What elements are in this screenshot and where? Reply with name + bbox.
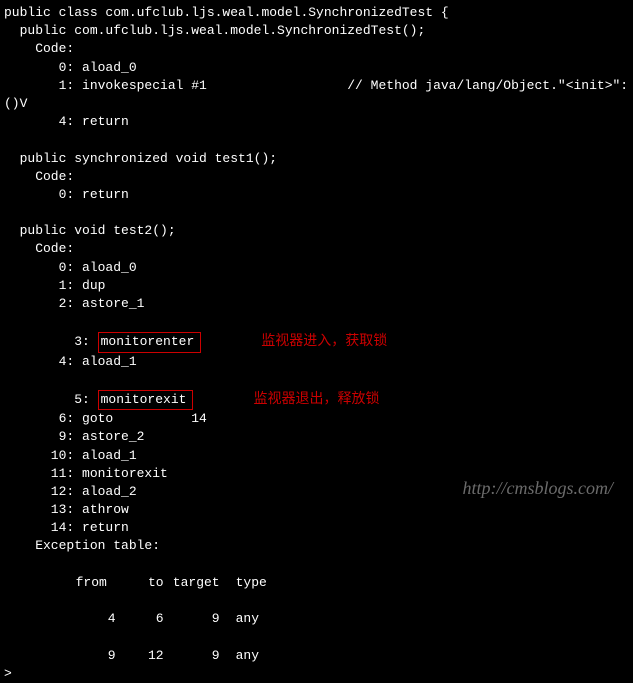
bytecode-instruction: 6: goto 14: [4, 410, 633, 428]
col-type: any: [220, 610, 260, 628]
exception-table-row: 9129any: [4, 628, 633, 664]
annotation-enter: 监视器进入，获取锁: [261, 332, 387, 348]
col-from: 4: [76, 610, 116, 628]
instruction-number: 5:: [20, 392, 98, 407]
bytecode-instruction: 0: return: [4, 186, 633, 204]
blank-line: [4, 131, 633, 149]
class-declaration: public class com.ufclub.ljs.weal.model.S…: [4, 4, 633, 22]
bytecode-instruction: 1: invokespecial #1 // Method java/lang/…: [4, 77, 633, 95]
bytecode-instruction-highlighted: 3: monitorenter 监视器进入，获取锁: [4, 313, 633, 352]
instruction-number: 3:: [20, 334, 98, 349]
col-header-type: type: [220, 574, 260, 592]
col-type: any: [220, 647, 260, 665]
bytecode-instruction: 10: aload_1: [4, 447, 633, 465]
method2-declaration: public void test2();: [4, 222, 633, 240]
bytecode-instruction: 0: aload_0: [4, 59, 633, 77]
col-to: 12: [116, 647, 164, 665]
col-target: 9: [164, 647, 220, 665]
col-header-from: from: [76, 574, 116, 592]
prompt-char: >: [4, 665, 633, 683]
monitorexit-box: monitorexit: [98, 390, 194, 410]
col-target: 9: [164, 610, 220, 628]
bytecode-instruction: 4: aload_1: [4, 353, 633, 371]
code-label: Code:: [4, 240, 633, 258]
exception-table-header: fromtotargettype: [4, 556, 633, 592]
bytecode-instruction-highlighted: 5: monitorexit 监视器退出，释放锁: [4, 371, 633, 410]
annotation-exit: 监视器退出，释放锁: [253, 390, 379, 406]
bytecode-instruction: 0: aload_0: [4, 259, 633, 277]
bytecode-instruction: 1: dup: [4, 277, 633, 295]
bytecode-instruction: 14: return: [4, 519, 633, 537]
code-label: Code:: [4, 40, 633, 58]
col-header-target: target: [164, 574, 220, 592]
blank-line: [4, 204, 633, 222]
col-to: 6: [116, 610, 164, 628]
bytecode-instruction: 9: astore_2: [4, 428, 633, 446]
col-from: 9: [76, 647, 116, 665]
constructor-declaration: public com.ufclub.ljs.weal.model.Synchro…: [4, 22, 633, 40]
bytecode-instruction: 4: return: [4, 113, 633, 131]
exception-table-row: 469any: [4, 592, 633, 628]
monitorenter-box: monitorenter: [98, 332, 202, 352]
bytecode-instruction: 13: athrow: [4, 501, 633, 519]
method1-declaration: public synchronized void test1();: [4, 150, 633, 168]
bytecode-instruction: 2: astore_1: [4, 295, 633, 313]
code-label: Code:: [4, 168, 633, 186]
wrap-fragment: ()V: [4, 95, 633, 113]
watermark: http://cmsblogs.com/: [463, 476, 614, 501]
exception-table-label: Exception table:: [4, 537, 633, 555]
col-header-to: to: [116, 574, 164, 592]
